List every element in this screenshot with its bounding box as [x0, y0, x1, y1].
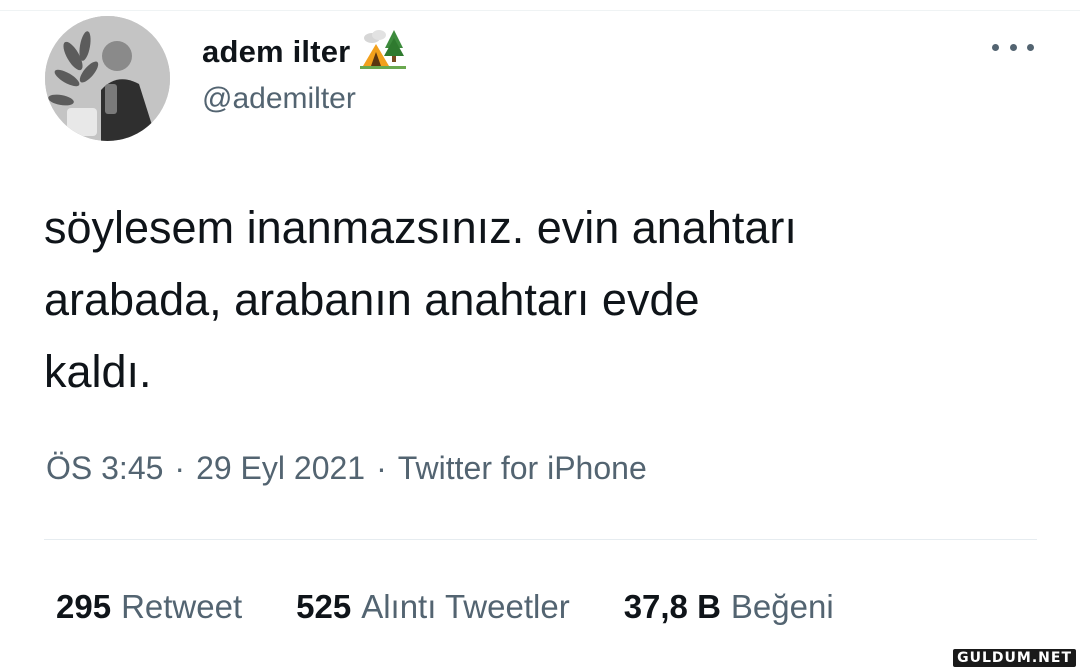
tweet-date[interactable]: 29 Eyl 2021: [196, 450, 365, 487]
divider: [44, 539, 1037, 540]
more-dot: [992, 43, 999, 51]
tweet-time[interactable]: ÖS 3:45: [46, 450, 163, 487]
quotes-label: Alıntı Tweetler: [361, 588, 570, 625]
meta-separator: ·: [174, 450, 186, 486]
tweet-meta: ÖS 3:45 · 29 Eyl 2021 · Twitter for iPho…: [46, 450, 647, 487]
author-name-row: adem ilter: [202, 26, 407, 77]
retweets-count: 295: [56, 588, 112, 625]
avatar-photo: [45, 16, 170, 141]
top-border: [0, 10, 1080, 11]
camping-emoji-icon: [360, 26, 407, 77]
avatar[interactable]: [45, 16, 170, 141]
tweet-text: söylesem inanmazsınız. evin anahtarı ara…: [44, 202, 797, 397]
more-dot: [1027, 43, 1034, 51]
author-display-name[interactable]: adem ilter: [202, 34, 350, 70]
watermark: GULDUM.NET: [953, 649, 1076, 667]
retweets-label: Retweet: [121, 588, 243, 625]
quotes-stat[interactable]: 525 Alıntı Tweetler: [296, 588, 570, 626]
likes-label: Beğeni: [730, 588, 834, 625]
retweets-stat[interactable]: 295 Retweet: [56, 588, 242, 626]
author-handle[interactable]: @ademilter: [202, 82, 356, 116]
likes-stat[interactable]: 37,8 B Beğeni: [624, 588, 834, 626]
more-horizontal-icon[interactable]: [992, 35, 1034, 59]
tweet-source[interactable]: Twitter for iPhone: [398, 450, 647, 487]
meta-separator: ·: [376, 450, 387, 486]
more-dot: [1009, 43, 1017, 51]
quotes-count: 525: [296, 588, 352, 625]
tweet-stats: 295 Retweet 525 Alıntı Tweetler 37,8 B B…: [56, 588, 834, 626]
likes-count: 37,8 B: [623, 588, 721, 625]
